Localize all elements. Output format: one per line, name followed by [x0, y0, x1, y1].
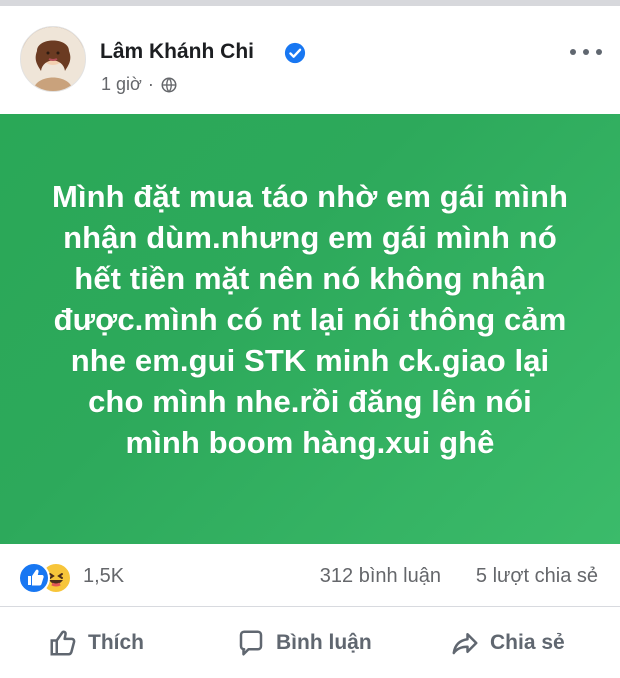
engagement-bar: 1,5K 312 bình luận 5 lượt chia sẻ: [0, 544, 620, 607]
comment-icon: [239, 630, 263, 656]
like-label: Thích: [88, 631, 144, 654]
post-timestamp[interactable]: 1 giờ: [101, 74, 142, 95]
post-header: Lâm Khánh Chi 1 giờ ·: [0, 6, 620, 114]
more-dot-icon: [596, 49, 602, 55]
post-text: Mình đặt mua táo nhờ em gái mình nhận dù…: [51, 178, 569, 460]
reaction-icons[interactable]: [18, 562, 80, 594]
comment-count[interactable]: 312 bình luận: [320, 565, 441, 588]
thumbs-up-icon: [50, 630, 76, 656]
share-arrow-icon: [452, 633, 478, 655]
post-background: Mình đặt mua táo nhờ em gái mình nhận dù…: [0, 114, 620, 544]
reaction-count[interactable]: 1,5K: [83, 565, 124, 588]
comment-button[interactable]: Bình luận: [236, 621, 372, 665]
author-name[interactable]: Lâm Khánh Chi: [100, 40, 254, 64]
verified-badge-icon: [284, 42, 306, 64]
avatar[interactable]: [20, 26, 86, 92]
post-actions: Thích Bình luận Chia sẻ: [0, 607, 620, 678]
like-button[interactable]: Thích: [48, 621, 144, 665]
comment-label: Bình luận: [276, 631, 372, 654]
share-label: Chia sẻ: [490, 631, 565, 654]
more-dot-icon: [570, 49, 576, 55]
more-options-button[interactable]: [570, 46, 602, 58]
globe-icon: [161, 77, 177, 92]
like-reaction-icon: [18, 562, 50, 594]
meta-separator: ·: [147, 74, 154, 94]
share-count[interactable]: 5 lượt chia sẻ: [476, 565, 598, 588]
share-button[interactable]: Chia sẻ: [450, 621, 565, 665]
post-meta: 1 giờ ·: [101, 74, 178, 95]
more-dot-icon: [583, 49, 589, 55]
